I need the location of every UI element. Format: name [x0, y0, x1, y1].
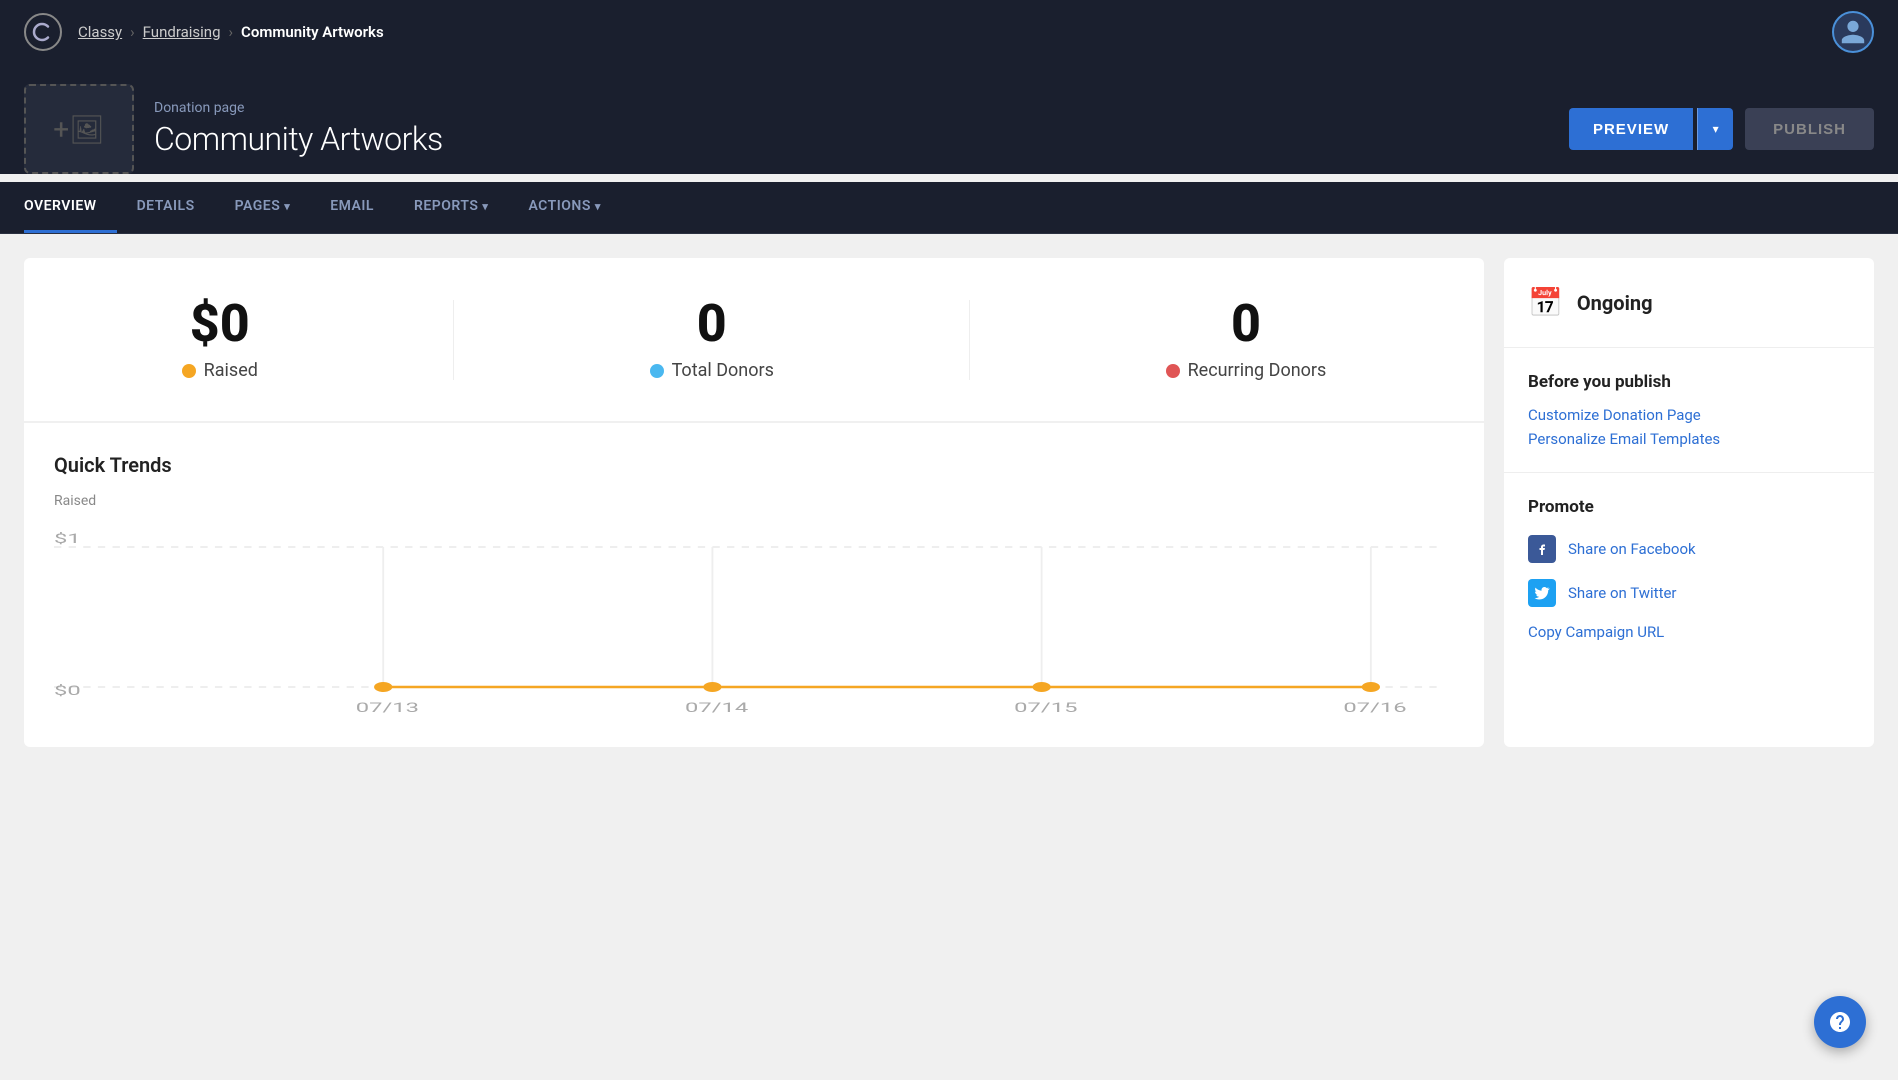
total-donors-value: 0 [697, 298, 727, 350]
tab-reports[interactable]: REPORTS ▾ [394, 182, 508, 233]
page-header: +🖼 Donation page Community Artworks PREV… [0, 64, 1898, 174]
page-info: Donation page Community Artworks [154, 100, 1549, 158]
before-publish-section: Before you publish Customize Donation Pa… [1504, 348, 1874, 473]
promote-title: Promote [1528, 497, 1850, 517]
stat-recurring-donors: 0 Recurring Donors [1166, 298, 1327, 381]
page-thumbnail[interactable]: +🖼 [24, 84, 134, 174]
breadcrumb: Classy › Fundraising › Community Artwork… [78, 23, 384, 41]
tab-details-label: DETAILS [137, 198, 195, 214]
publish-button[interactable]: PUBLISH [1745, 108, 1874, 150]
recurring-donors-label: Recurring Donors [1166, 360, 1327, 381]
personalize-email-templates-link[interactable]: Personalize Email Templates [1528, 430, 1850, 448]
copy-campaign-url-item: Copy Campaign URL [1528, 623, 1850, 641]
tab-pages-label: PAGES [235, 198, 281, 214]
tab-email[interactable]: EMAIL [310, 182, 394, 233]
raised-dot [182, 364, 196, 378]
share-twitter-link[interactable]: Share on Twitter [1568, 584, 1677, 602]
raised-label: Raised [182, 360, 258, 381]
svg-text:$1: $1 [54, 531, 81, 547]
quick-trends-card: Quick Trends Raised $1 $0 [24, 423, 1484, 747]
breadcrumb-sep-2: › [229, 23, 234, 41]
chevron-down-icon-2: ▾ [482, 200, 488, 213]
logo-icon [24, 13, 62, 51]
status-section: 📅 Ongoing [1504, 258, 1874, 348]
promote-section: Promote Share on Facebook Share on Twitt… [1504, 473, 1874, 665]
right-panel: 📅 Ongoing Before you publish Customize D… [1504, 258, 1874, 747]
share-twitter-item: Share on Twitter [1528, 579, 1850, 607]
recurring-donors-value: 0 [1231, 298, 1261, 350]
stat-raised: $0 Raised [182, 298, 258, 381]
copy-campaign-url-link[interactable]: Copy Campaign URL [1528, 623, 1850, 641]
stat-divider-1 [453, 300, 454, 380]
left-panel: $0 Raised 0 Total Donors 0 Recurri [24, 258, 1484, 747]
tab-reports-label: REPORTS [414, 198, 478, 214]
breadcrumb-sep-1: › [130, 23, 135, 41]
chart-area: $1 $0 07/13 07/14 07/15 07/16 [54, 517, 1444, 717]
add-image-icon: +🖼 [53, 113, 104, 146]
tab-email-label: EMAIL [330, 198, 374, 214]
trend-chart: $1 $0 07/13 07/14 07/15 07/16 [54, 517, 1444, 717]
raised-text: Raised [204, 360, 258, 381]
help-fab[interactable] [1814, 996, 1866, 1048]
tab-overview[interactable]: OVERVIEW [24, 182, 117, 233]
breadcrumb-fundraising[interactable]: Fundraising [143, 23, 221, 41]
stat-total-donors: 0 Total Donors [650, 298, 774, 381]
customize-donation-page-link[interactable]: Customize Donation Page [1528, 406, 1850, 424]
breadcrumb-current: Community Artworks [241, 23, 384, 41]
header-actions: PREVIEW ▾ PUBLISH [1569, 108, 1874, 150]
page-type-label: Donation page [154, 100, 1549, 116]
svg-text:$0: $0 [54, 683, 81, 699]
total-donors-label: Total Donors [650, 360, 774, 381]
tab-actions-label: ACTIONS [528, 198, 590, 214]
stats-card: $0 Raised 0 Total Donors 0 Recurri [24, 258, 1484, 421]
tab-actions[interactable]: ACTIONS ▾ [508, 182, 620, 233]
svg-text:07/15: 07/15 [1014, 700, 1078, 716]
recurring-donors-text: Recurring Donors [1188, 360, 1327, 381]
before-publish-title: Before you publish [1528, 372, 1850, 392]
share-facebook-link[interactable]: Share on Facebook [1568, 540, 1696, 558]
twitter-icon [1528, 579, 1556, 607]
facebook-icon [1528, 535, 1556, 563]
svg-text:07/16: 07/16 [1343, 700, 1406, 716]
svg-text:07/13: 07/13 [356, 700, 419, 716]
top-navigation: Classy › Fundraising › Community Artwork… [0, 0, 1898, 64]
recurring-donors-dot [1166, 364, 1180, 378]
stat-divider-2 [969, 300, 970, 380]
raised-chart-label: Raised [54, 493, 1444, 509]
page-title: Community Artworks [154, 120, 1549, 158]
calendar-icon: 📅 [1528, 286, 1563, 319]
chevron-down-icon: ▾ [284, 200, 290, 213]
share-facebook-item: Share on Facebook [1528, 535, 1850, 563]
preview-dropdown-button[interactable]: ▾ [1697, 108, 1733, 150]
tab-pages[interactable]: PAGES ▾ [215, 182, 311, 233]
tab-details[interactable]: DETAILS [117, 182, 215, 233]
breadcrumb-classy[interactable]: Classy [78, 23, 122, 41]
quick-trends-title: Quick Trends [54, 453, 1444, 477]
logo[interactable] [24, 13, 62, 51]
chevron-down-icon-3: ▾ [595, 200, 601, 213]
tab-navigation: OVERVIEW DETAILS PAGES ▾ EMAIL REPORTS ▾… [0, 182, 1898, 234]
total-donors-dot [650, 364, 664, 378]
preview-button[interactable]: PREVIEW [1569, 108, 1693, 150]
total-donors-text: Total Donors [672, 360, 774, 381]
raised-value: $0 [190, 298, 250, 350]
tab-overview-label: OVERVIEW [24, 198, 97, 214]
user-avatar[interactable] [1832, 11, 1874, 53]
status-label: Ongoing [1577, 291, 1653, 315]
svg-text:07/14: 07/14 [685, 700, 749, 716]
main-content: $0 Raised 0 Total Donors 0 Recurri [0, 234, 1898, 771]
